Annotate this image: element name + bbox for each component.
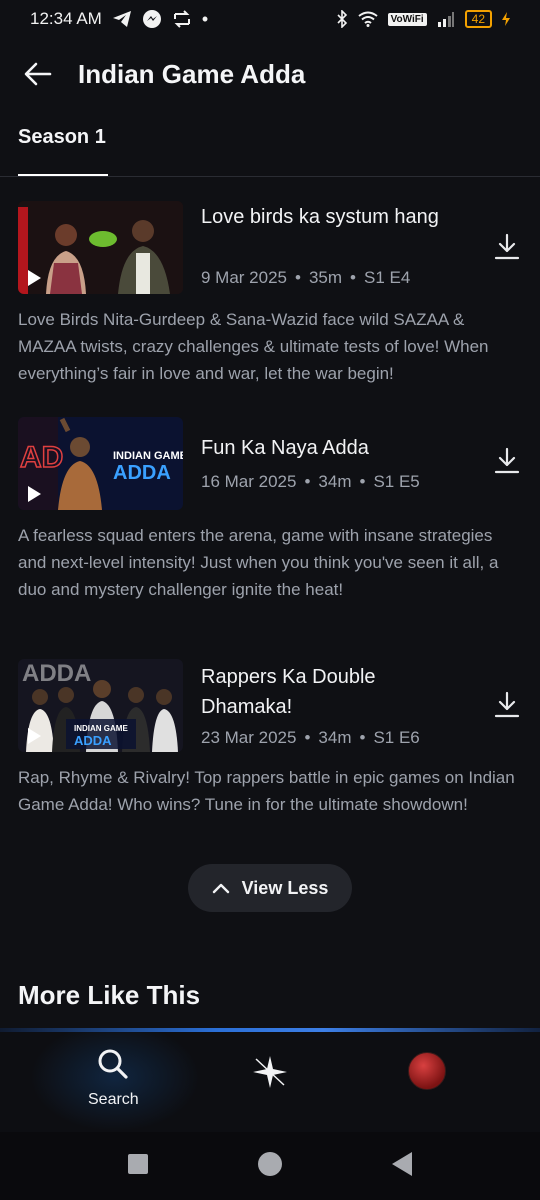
thumbnail-brand-line2: ADDA [113,462,171,484]
episode-duration: 34m [318,472,352,491]
top-app-bar: Indian Game Adda [0,44,540,104]
page-title: Indian Game Adda [78,58,306,89]
episode-meta: 16 Mar 2025 • 34m • S1 E5 [201,472,420,491]
download-icon[interactable] [492,446,522,476]
svg-text:AD: AD [20,441,63,474]
episode-code: S1 E4 [363,268,411,287]
thumbnail-image: AD INDIAN GAME ADDA [18,417,183,510]
sync-icon [173,10,190,28]
home-button[interactable] [258,1152,282,1176]
system-navigation-bar [0,1132,540,1200]
search-icon [98,1049,128,1079]
bluetooth-icon [337,10,347,28]
charging-icon [502,12,510,26]
episode-thumbnail[interactable] [18,201,183,294]
svg-text:ADDA: ADDA [74,733,112,748]
svg-text:ADDA: ADDA [22,660,91,687]
episode-description: Love Birds Nita-Gurdeep & Sana-Wazid fac… [18,310,489,383]
episode-meta: 23 Mar 2025 • 34m • S1 E6 [201,728,420,747]
battery-indicator: 42 [464,10,492,28]
episode-duration: 35m [308,268,343,287]
messenger-icon [142,10,161,28]
svg-text:INDIAN GAME: INDIAN GAME [74,724,128,733]
thumbnail-image [18,201,183,294]
telegram-icon [112,11,131,27]
notification-dot: • [201,8,209,29]
nav-search-label: Search [88,1091,139,1108]
play-icon [28,270,41,286]
download-icon[interactable] [492,232,522,262]
system-back-button[interactable] [392,1152,412,1176]
tab-indicator [18,174,108,176]
episode-date: 9 Mar 2025 [201,268,287,287]
profile-avatar[interactable] [408,1052,446,1090]
view-less-label: View Less [241,877,329,898]
episode-thumbnail[interactable]: AD INDIAN GAME ADDA [18,417,183,510]
episode-duration: 34m [318,728,352,747]
signal-icon [437,12,454,27]
episode-meta: 9 Mar 2025 • 35m • S1 E4 [201,268,411,287]
back-button[interactable] [8,44,68,104]
view-less-button[interactable]: View Less [188,864,352,912]
tab-season-1[interactable]: Season 1 [18,126,106,169]
thumbnail-brand-line1: INDIAN GAME [113,450,183,462]
sparkle-icon[interactable] [251,1054,289,1090]
episode-date: 16 Mar 2025 [201,472,297,491]
play-icon [28,486,41,502]
thumbnail-image: ADDA INDIAN GAME ADDA [18,659,183,752]
status-time: 12:34 AM [30,9,102,28]
bottom-navigation: Search [0,1028,540,1132]
episode-title: Love birds ka systum hang [201,206,439,228]
episode-description: Rap, Rhyme & Rivalry! Top rappers battle… [18,768,515,814]
chevron-up-icon [212,883,229,894]
more-like-this-heading: More Like This [18,980,201,1010]
play-icon [28,728,41,744]
status-bar: 12:34 AM • VoWiFi 42 [0,0,540,38]
back-arrow-icon [24,62,52,86]
vowifi-badge: VoWiFi [387,12,427,26]
episode-thumbnail[interactable]: ADDA INDIAN GAME ADDA [18,659,183,752]
nav-search[interactable]: Search [30,1032,200,1132]
recents-button[interactable] [128,1154,148,1174]
episode-code: S1 E6 [373,728,420,747]
download-icon[interactable] [492,690,522,720]
episode-title: Fun Ka Naya Adda [201,437,369,459]
episode-description: A fearless squad enters the arena, game … [18,526,499,599]
episode-date: 23 Mar 2025 [201,728,297,747]
season-tabs: Season 1 [0,120,540,177]
episode-title: Rappers Ka Double Dhamaka! [201,666,376,718]
wifi-icon [357,11,378,27]
episode-code: S1 E5 [373,472,420,491]
